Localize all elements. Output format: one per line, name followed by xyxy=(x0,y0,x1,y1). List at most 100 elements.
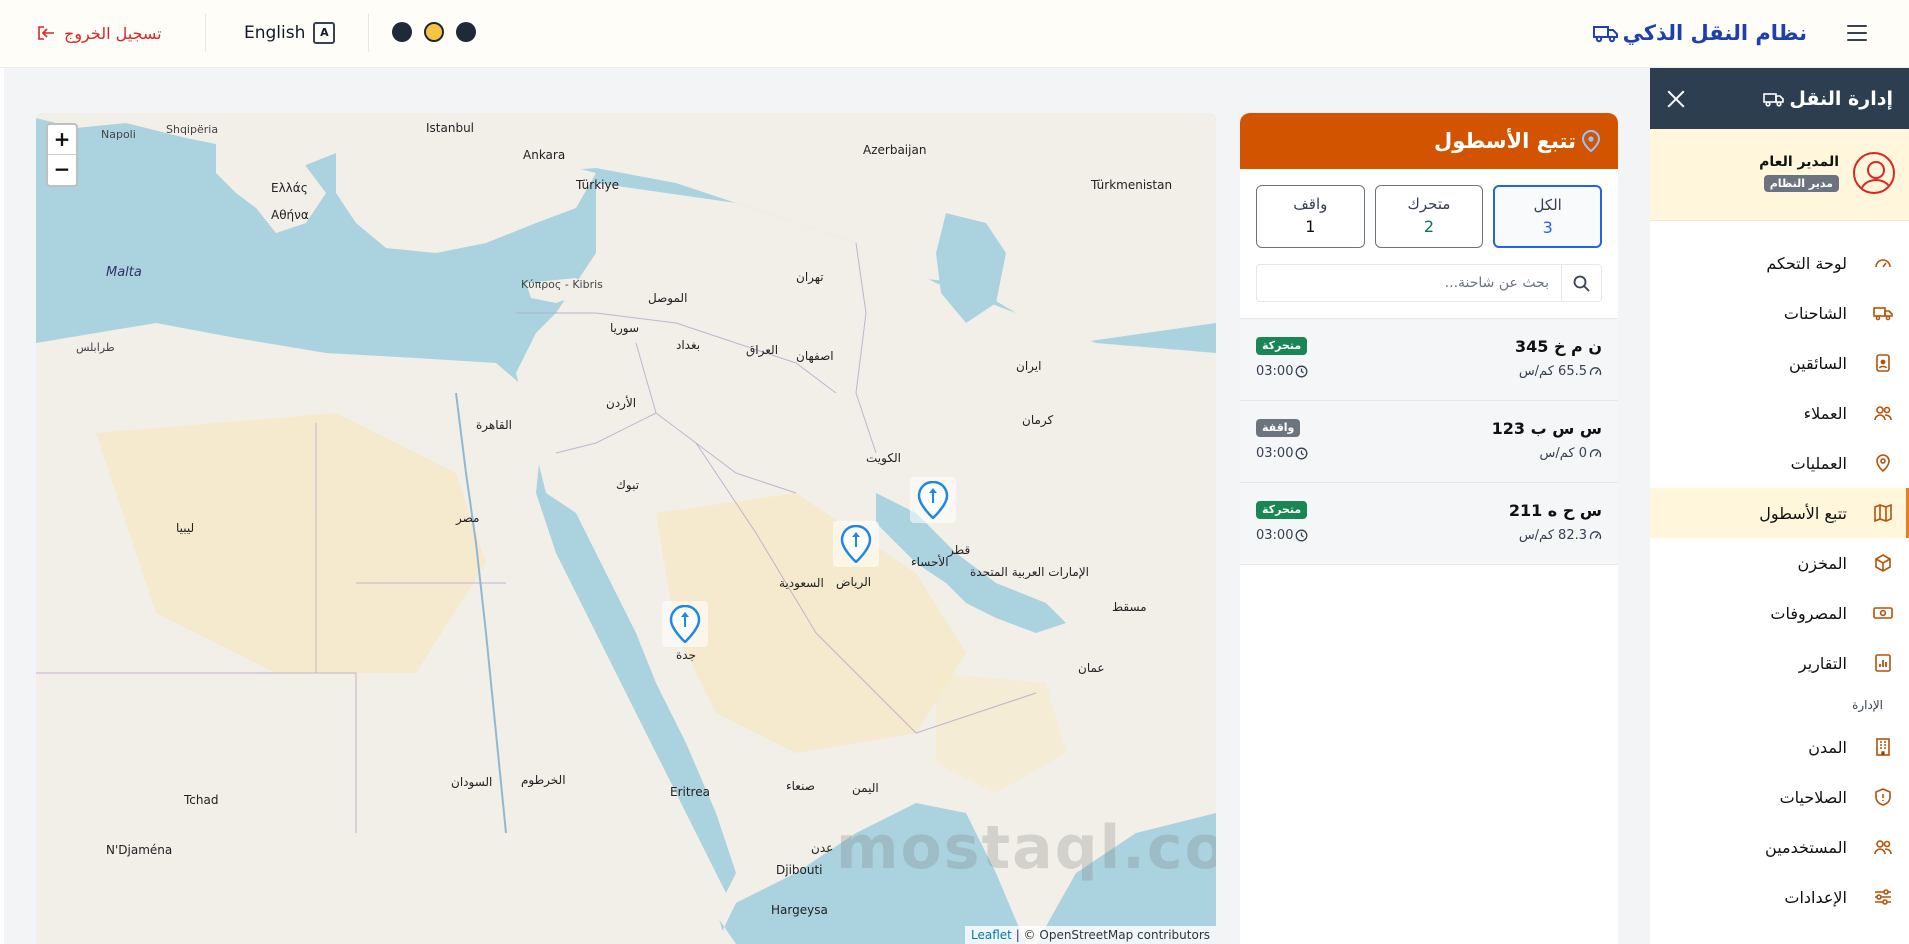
sidebar-item-drivers[interactable]: السائقين xyxy=(1650,338,1909,388)
dashboard-icon xyxy=(1875,259,1891,268)
menu-toggle-button[interactable] xyxy=(1845,22,1869,44)
truck-location-icon xyxy=(669,605,701,643)
status-badge: واقفة xyxy=(1256,419,1301,437)
vehicle-speed: 65.5 كم/س xyxy=(1519,364,1602,379)
sidebar-header: إدارة النقل xyxy=(1650,68,1909,129)
sidebar-item-fleet-tracking[interactable]: تتبع الأسطول xyxy=(1650,488,1909,538)
search-button[interactable] xyxy=(1561,265,1601,301)
map-label-iran: ایران xyxy=(1016,359,1042,373)
sidebar-item-users[interactable]: المستخدمين xyxy=(1650,822,1909,872)
vehicle-plate: س ح ه 211 xyxy=(1508,501,1602,520)
map-label-sudan: السودان xyxy=(451,775,493,789)
map-label-kuwait: الكويت xyxy=(866,451,901,465)
map-label-khartoum: الخرطوم xyxy=(521,773,566,787)
fleet-panel-title: تتبع الأسطول xyxy=(1433,129,1576,153)
map-label-tabuk: تبوك xyxy=(616,478,640,492)
map-attribution: Leaflet | © OpenStreetMap contributors xyxy=(965,926,1216,944)
box-icon xyxy=(1875,554,1891,572)
vehicle-row[interactable]: ن م خ 345 65.5 كم/س متحركة 03:00 xyxy=(1240,319,1618,401)
map-pin-icon xyxy=(1876,454,1890,473)
truck-icon xyxy=(1873,307,1893,321)
leaflet-link[interactable]: Leaflet xyxy=(971,928,1012,942)
vehicle-row[interactable]: س ح ه 211 82.3 كم/س متحركة 03:00 xyxy=(1240,483,1618,565)
chart-icon xyxy=(1875,654,1891,672)
zoom-out-button[interactable]: − xyxy=(48,155,76,185)
logout-icon xyxy=(38,26,54,40)
vehicle-row[interactable]: س س ب 123 0 كم/س واقفة 03:00 xyxy=(1240,401,1618,483)
sidebar-item-permissions[interactable]: الصلاحيات xyxy=(1650,772,1909,822)
zoom-in-button[interactable]: + xyxy=(48,125,76,155)
vehicle-speed: 82.3 كم/س xyxy=(1519,528,1602,543)
vehicle-time-value: 03:00 xyxy=(1256,446,1294,461)
theme-dot-dark[interactable] xyxy=(392,22,412,42)
fleet-map[interactable]: Shqipëria Napoli Istanbul Ankara Türkiye… xyxy=(36,113,1216,944)
sidebar-title: إدارة النقل xyxy=(1763,88,1893,110)
truck-marker[interactable] xyxy=(910,477,956,523)
clock-icon xyxy=(1296,447,1308,460)
filter-all-label: الكل xyxy=(1533,196,1562,214)
users-icon xyxy=(1874,406,1892,421)
truck-marker[interactable] xyxy=(662,601,708,647)
logout-button[interactable]: تسجيل الخروج xyxy=(36,20,162,46)
filter-moving-count: 2 xyxy=(1423,217,1435,236)
language-switch[interactable]: English A xyxy=(244,20,336,46)
vehicle-time-value: 03:00 xyxy=(1256,528,1294,543)
map-label-ankara: Ankara xyxy=(523,148,566,162)
map-icon xyxy=(1874,503,1892,523)
speedometer-icon xyxy=(1589,531,1602,540)
user-profile[interactable]: المدير العام مدير النظام xyxy=(1650,129,1909,221)
sidebar-item-reports[interactable]: التقارير xyxy=(1650,638,1909,688)
close-icon[interactable] xyxy=(1664,87,1688,111)
sidebar-item-label: المخزن xyxy=(1797,553,1847,573)
truck-marker[interactable] xyxy=(833,521,879,567)
map-label-saudi: السعودية xyxy=(779,576,824,590)
theme-dot-dark-2[interactable] xyxy=(456,22,476,42)
attribution-text: | © OpenStreetMap contributors xyxy=(1015,928,1210,942)
map-label-sanaa: صنعاء xyxy=(786,779,815,793)
map-label-ndjamena: N'Djaména xyxy=(106,843,173,857)
map-label-tripoli: طرابلس xyxy=(76,341,115,354)
brand[interactable]: نظام النقل الذكي xyxy=(1592,17,1807,49)
vehicle-time: 03:00 xyxy=(1256,528,1308,543)
filter-all[interactable]: الكل 3 xyxy=(1493,185,1602,248)
filter-moving[interactable]: متحرك 2 xyxy=(1374,185,1484,248)
top-bar: نظام النقل الذكي تسجيل الخروج English A xyxy=(0,0,1909,68)
map-label-uae: الإمارات العربية المتحدة xyxy=(970,565,1089,579)
map-label-eritrea: Eritrea xyxy=(670,785,710,799)
search-input[interactable] xyxy=(1257,265,1561,301)
zoom-control: + − xyxy=(46,123,78,187)
sidebar-item-label: تتبع الأسطول xyxy=(1759,503,1847,523)
sidebar-item-label: السائقين xyxy=(1788,353,1847,373)
id-badge-icon xyxy=(1876,354,1890,372)
divider xyxy=(205,14,206,52)
map-label-syria: سوريا xyxy=(610,321,640,335)
sidebar-item-dashboard[interactable]: لوحة التحكم xyxy=(1650,238,1909,288)
sidebar-item-operations[interactable]: العمليات xyxy=(1650,438,1909,488)
map-label-jeddah: جدة xyxy=(676,648,697,662)
sidebar-item-trucks[interactable]: الشاحنات xyxy=(1650,288,1909,338)
shield-icon xyxy=(1875,788,1891,806)
status-badge: متحركة xyxy=(1256,501,1308,519)
sidebar-item-label: الشاحنات xyxy=(1783,303,1847,323)
vehicle-plate: س س ب 123 xyxy=(1491,419,1602,438)
theme-dot-yellow[interactable] xyxy=(424,22,444,42)
vehicle-time: 03:00 xyxy=(1256,446,1308,461)
map-label-iraq: العراق xyxy=(746,343,779,357)
fleet-panel-header: تتبع الأسطول xyxy=(1240,113,1618,169)
vehicle-time-value: 03:00 xyxy=(1256,364,1294,379)
sidebar-item-expenses[interactable]: المصروفات xyxy=(1650,588,1909,638)
filter-stopped-label: واقف xyxy=(1293,195,1328,213)
logout-label: تسجيل الخروج xyxy=(64,23,162,43)
map-label-aden: عدن xyxy=(811,841,834,855)
vehicle-speed-value: 0 كم/س xyxy=(1539,446,1587,461)
speedometer-icon xyxy=(1589,449,1602,458)
sidebar-item-warehouse[interactable]: المخزن xyxy=(1650,538,1909,588)
fleet-panel: تتبع الأسطول الكل 3 متحرك 2 واقف 1 ن م خ… xyxy=(1240,113,1618,944)
fleet-stats: الكل 3 متحرك 2 واقف 1 xyxy=(1240,169,1618,248)
filter-stopped[interactable]: واقف 1 xyxy=(1255,185,1365,248)
map-label-yemen: اليمن xyxy=(852,781,879,795)
status-badge: متحركة xyxy=(1256,337,1308,355)
sidebar-item-clients[interactable]: العملاء xyxy=(1650,388,1909,438)
sidebar-item-settings[interactable]: الإعدادات xyxy=(1650,872,1909,922)
sidebar-item-cities[interactable]: المدن xyxy=(1650,722,1909,772)
